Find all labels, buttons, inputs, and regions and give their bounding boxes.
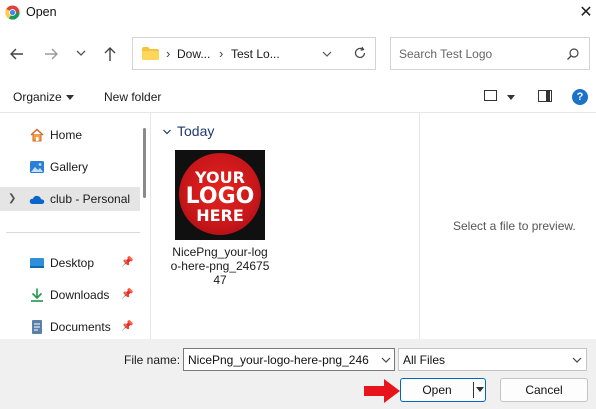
chevron-right-icon[interactable]: ❯ [8,193,16,204]
home-icon [30,128,44,142]
arrow-left-icon[interactable] [8,45,26,63]
cancel-button-label: Cancel [525,383,563,397]
documents-icon [32,320,42,334]
open-button-label: Open [422,383,452,397]
chevron-down-icon[interactable] [380,354,392,366]
sidebar-scrollbar[interactable] [143,128,146,198]
desktop-icon [30,258,44,268]
gallery-icon [30,161,44,173]
refresh-icon[interactable] [353,46,367,60]
breadcrumb-separator: › [166,46,171,61]
open-button[interactable]: Open [400,378,486,402]
new-folder-button[interactable]: New folder [104,90,161,104]
close-icon[interactable]: ✕ [576,3,596,23]
arrow-right-icon[interactable] [42,45,60,63]
chrome-icon [5,5,20,20]
chevron-down-icon[interactable] [162,127,172,137]
search-input[interactable]: Search Test Logo [399,47,492,61]
file-type-select[interactable]: All Files [398,348,587,371]
sidebar-item-label: Downloads [50,288,110,302]
chevron-down-icon[interactable] [571,354,583,366]
window-title: Open [26,5,57,19]
sidebar-item-home[interactable]: Home [0,123,140,147]
file-name-value[interactable]: NicePng_your-logo-here-png_246 [188,353,370,367]
address-bar[interactable]: › Dow... › Test Lo... [132,37,376,70]
split-divider [473,382,474,398]
search-box[interactable]: Search Test Logo [390,37,590,70]
breadcrumb-downloads[interactable]: Dow... [177,47,210,61]
thumbnail-text: LOGO [185,184,255,209]
title-bar: Open ✕ [0,0,596,26]
search-icon [567,48,579,60]
file-name-label[interactable]: NicePng_your-logo-here-png_2467547 [170,245,270,287]
sidebar-item-label: Desktop [50,256,95,270]
sidebar-item-label: Documents [50,320,111,334]
breadcrumb-separator: › [219,46,224,61]
folder-icon [142,47,159,60]
sidebar-divider [6,232,140,233]
chevron-down-icon[interactable] [66,95,74,100]
sidebar-item-label: Gallery [50,160,89,174]
sidebar-item-documents[interactable]: Documents 📌 [0,315,140,339]
file-type-value[interactable]: All Files [403,353,445,367]
preview-message: Select a file to preview. [453,219,576,233]
sidebar-item-downloads[interactable]: Downloads 📌 [0,283,140,307]
pin-icon[interactable]: 📌 [121,321,133,332]
group-heading-today[interactable]: Today [177,123,214,139]
sidebar-item-gallery[interactable]: Gallery [0,155,140,179]
chevron-down-icon[interactable] [321,48,333,60]
organize-button[interactable]: Organize [13,90,62,104]
thumbnail-text: HERE [196,206,244,225]
arrow-up-icon[interactable] [101,45,119,63]
breadcrumb-test-logo[interactable]: Test Lo... [231,47,280,61]
pin-icon[interactable]: 📌 [121,257,133,268]
onedrive-cloud-icon [29,195,45,204]
chevron-down-icon[interactable] [74,46,88,60]
sidebar-item-label: club - Personal [50,192,131,206]
sidebar-item-desktop[interactable]: Desktop 📌 [0,251,140,275]
download-icon [31,288,43,302]
file-name-field-label: File name: [124,353,181,367]
preview-pane-icon[interactable] [538,90,552,102]
sidebar-item-onedrive-personal[interactable]: ❯ club - Personal [0,187,140,211]
chevron-down-icon[interactable] [476,387,484,392]
red-arrow-annotation [364,379,400,403]
cancel-button[interactable]: Cancel [500,378,588,402]
sidebar-item-label: Home [50,128,83,142]
chevron-down-icon[interactable] [507,95,515,100]
pin-icon[interactable]: 📌 [121,289,133,300]
view-icon[interactable] [484,90,497,101]
file-name-field[interactable]: NicePng_your-logo-here-png_246 [183,348,395,371]
navigation-pane: Home Gallery ❯ club - Personal Desktop 📌… [0,113,150,339]
help-icon[interactable]: ? [572,89,588,105]
file-thumbnail[interactable]: YOUR LOGO HERE [175,150,265,240]
